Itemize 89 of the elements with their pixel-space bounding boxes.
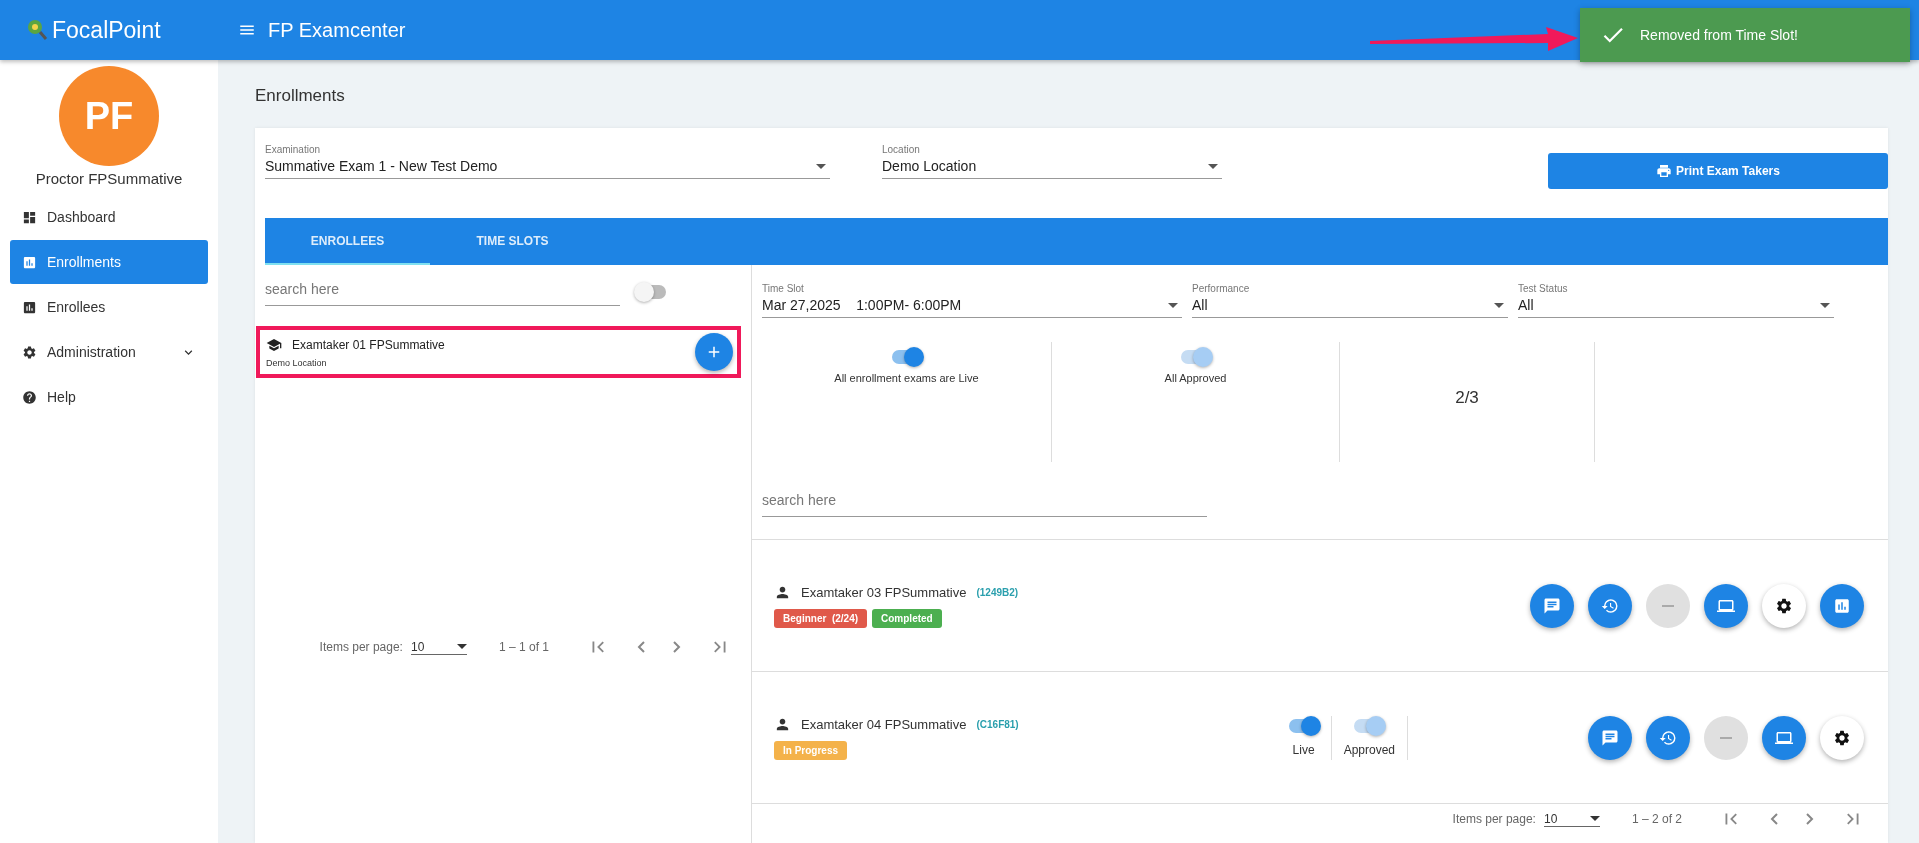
restore-icon bbox=[1659, 728, 1677, 747]
print-button[interactable]: Print Exam Takers bbox=[1548, 153, 1888, 189]
printer-icon bbox=[1656, 163, 1673, 179]
field-value: Mar 27,2025 1:00PM- 6:00PM bbox=[762, 297, 962, 313]
switch-label: Live bbox=[1292, 742, 1315, 757]
logo-icon bbox=[26, 18, 48, 42]
chevron-right-icon bbox=[673, 641, 681, 653]
settings-icon bbox=[1775, 596, 1793, 615]
restore-button[interactable] bbox=[1588, 583, 1632, 628]
user-name: Proctor FPSummative bbox=[34, 170, 184, 187]
status-badge: Beginner (2/24) bbox=[774, 608, 868, 628]
caret-icon bbox=[1208, 164, 1218, 169]
settings-icon bbox=[1833, 728, 1851, 747]
page-title: Enrollments bbox=[255, 86, 346, 106]
minus-icon bbox=[1662, 604, 1674, 607]
caret-icon bbox=[1494, 303, 1504, 308]
settings-button[interactable] bbox=[1762, 583, 1806, 628]
sidebar-item[interactable]: Dashboard bbox=[10, 195, 208, 239]
sidebar-item[interactable]: Enrollees bbox=[10, 285, 208, 329]
laptop-button[interactable] bbox=[1762, 715, 1806, 760]
help-icon bbox=[22, 389, 37, 405]
toggle-switch[interactable] bbox=[636, 284, 666, 299]
stat-label: All enrollment exams are Live bbox=[834, 372, 979, 384]
caret-icon bbox=[1820, 303, 1830, 308]
report-icon bbox=[1833, 596, 1851, 615]
field-value: Demo Location bbox=[882, 158, 977, 174]
select-field[interactable]: Location Demo Location bbox=[882, 144, 1222, 179]
field-value: All bbox=[1192, 297, 1208, 313]
enrollee-name: Examtaker 04 FPSummative bbox=[801, 716, 967, 732]
caret-icon bbox=[456, 644, 467, 649]
toggle-switch[interactable] bbox=[1288, 718, 1319, 733]
sidebar-item[interactable]: Administration bbox=[10, 330, 208, 374]
switch-label: Approved bbox=[1343, 742, 1395, 757]
report-button[interactable] bbox=[1820, 583, 1864, 628]
page-size-select[interactable]: 10 bbox=[410, 639, 467, 655]
chat-icon bbox=[1601, 728, 1619, 747]
enrollee-code: (1249B2) bbox=[976, 586, 1019, 598]
enrollee-location: Demo Location bbox=[266, 357, 328, 368]
count-value: 2/3 bbox=[1455, 388, 1479, 408]
select-field[interactable]: Test Status All bbox=[1518, 283, 1834, 318]
field-value: All bbox=[1518, 297, 1534, 313]
enrollee-code: (C16F81) bbox=[976, 718, 1019, 730]
minus-icon bbox=[1720, 736, 1732, 739]
field-label: Performance bbox=[1192, 283, 1251, 294]
caret-icon bbox=[1589, 816, 1600, 821]
enrollee-name: Examtaker 01 FPSummative bbox=[292, 337, 445, 352]
app-title: FP Examcenter bbox=[268, 18, 406, 42]
toggle-switch[interactable] bbox=[891, 350, 922, 364]
caret-icon bbox=[1168, 303, 1178, 308]
pager-label: Items per page: bbox=[319, 640, 403, 654]
enrollee-list-item[interactable]: Examtaker 01 FPSummative Demo Location bbox=[256, 326, 741, 378]
field-label: Time Slot bbox=[762, 283, 805, 294]
select-field[interactable]: Performance All bbox=[1192, 283, 1508, 318]
settings-button[interactable] bbox=[1820, 715, 1864, 760]
field-label: Test Status bbox=[1518, 283, 1569, 294]
dashboard-icon bbox=[22, 209, 37, 225]
laptop-button[interactable] bbox=[1704, 583, 1748, 628]
status-badge: Completed bbox=[872, 608, 942, 628]
sidebar-item[interactable]: Help bbox=[10, 375, 208, 419]
chat-icon bbox=[1543, 596, 1561, 615]
chevron-right-icon bbox=[1806, 813, 1814, 825]
restore-button[interactable] bbox=[1646, 715, 1690, 760]
gear-icon bbox=[22, 344, 37, 360]
chat-button[interactable] bbox=[1530, 583, 1574, 628]
add-button[interactable] bbox=[695, 333, 733, 371]
graduation-cap-icon bbox=[266, 336, 282, 353]
chart-icon bbox=[22, 254, 37, 270]
page-size-select[interactable]: 10 bbox=[1543, 811, 1600, 827]
avatar: PF bbox=[59, 66, 159, 166]
chart-icon bbox=[22, 299, 37, 315]
page-range: 1 – 1 of 1 bbox=[498, 640, 549, 654]
stat-label: All Approved bbox=[1164, 372, 1227, 384]
logo-text: FocalPoint bbox=[52, 16, 161, 44]
page-range: 1 – 2 of 2 bbox=[1631, 812, 1682, 826]
toast-message: Removed from Time Slot! bbox=[1640, 27, 1798, 43]
pager-label: Items per page: bbox=[1452, 812, 1536, 826]
select-field[interactable]: Time Slot Mar 27,2025 1:00PM- 6:00PM bbox=[762, 283, 1182, 318]
chevron-left-icon bbox=[637, 641, 645, 653]
chevron-left-icon bbox=[1770, 813, 1778, 825]
field-label: Location bbox=[882, 144, 921, 155]
sidebar-item[interactable]: Enrollments bbox=[10, 240, 208, 284]
restore-icon bbox=[1601, 596, 1619, 615]
field-value: Summative Exam 1 - New Test Demo bbox=[265, 158, 498, 174]
chat-button[interactable] bbox=[1588, 715, 1632, 760]
caret-icon bbox=[816, 164, 826, 169]
status-badge: In Progress bbox=[774, 740, 848, 760]
field-label: Examination bbox=[265, 144, 322, 155]
select-field[interactable]: Examination Summative Exam 1 - New Test Demo bbox=[265, 144, 830, 179]
enrollee-name: Examtaker 03 FPSummative bbox=[801, 584, 967, 600]
